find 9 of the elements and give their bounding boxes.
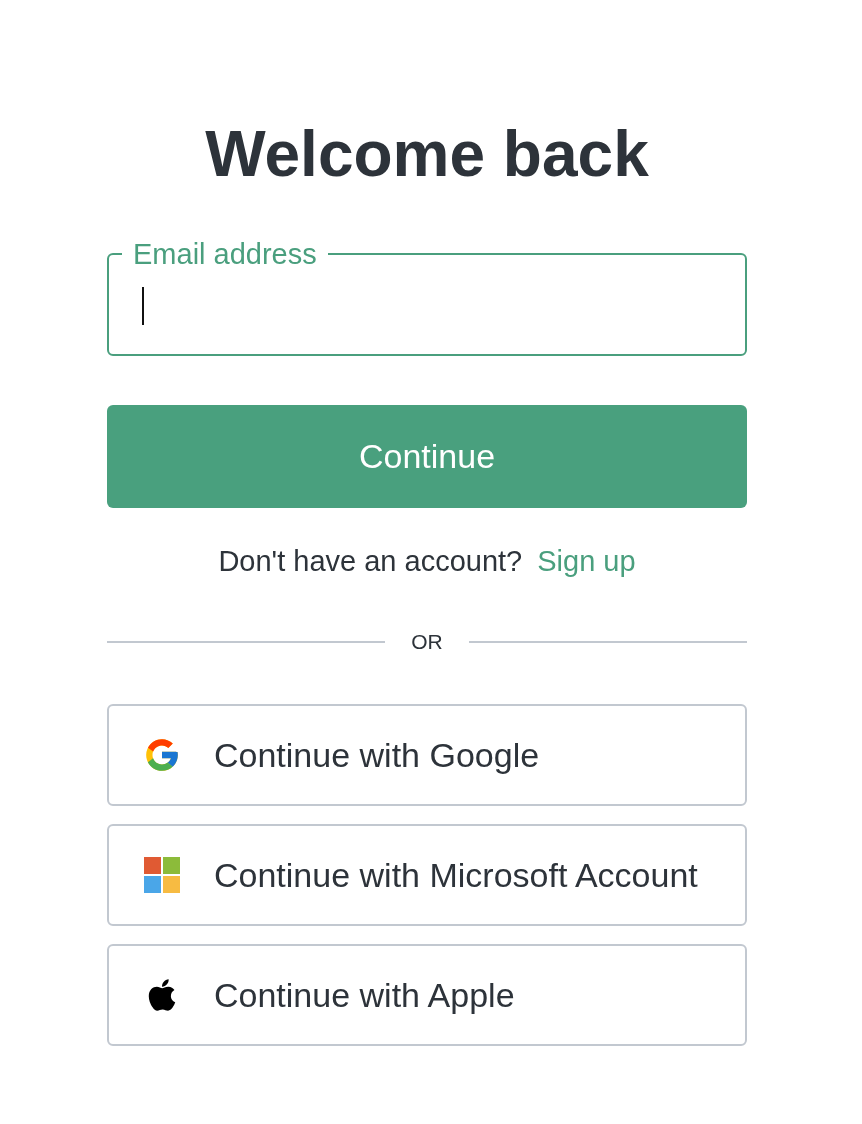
signup-prompt-text: Don't have an account?: [218, 544, 523, 579]
google-logo-icon: [143, 736, 181, 774]
microsoft-logo-icon: [144, 857, 180, 893]
microsoft-sign-in-button[interactable]: Continue with Microsoft Account: [107, 824, 747, 926]
apple-sign-in-button[interactable]: Continue with Apple: [107, 944, 747, 1046]
divider-label: OR: [411, 630, 443, 654]
text-cursor-icon: [142, 287, 144, 325]
page-title: Welcome back: [205, 118, 649, 190]
google-sign-in-button[interactable]: Continue with Google: [107, 704, 747, 806]
